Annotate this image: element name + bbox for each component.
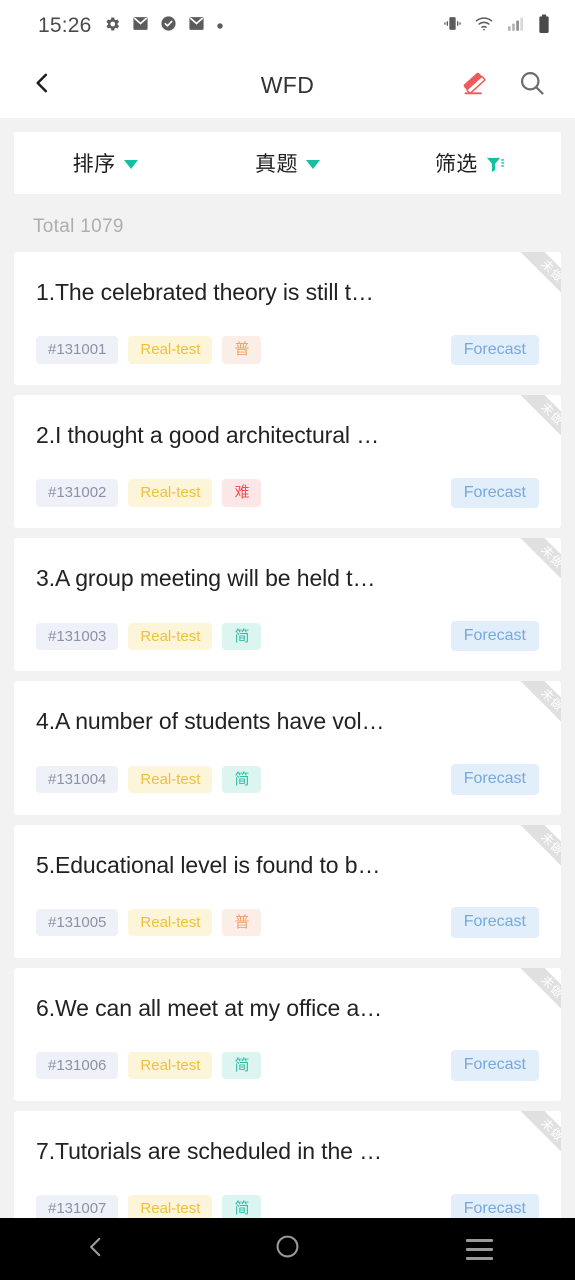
question-title: 4.A number of students have vol…: [36, 708, 385, 735]
question-source-tag: Real-test: [128, 908, 213, 937]
question-forecast-tag: Forecast: [450, 764, 539, 795]
nav-home-button[interactable]: [242, 1218, 332, 1280]
question-meta: #131006 Real-test 简 Forecast: [36, 1050, 539, 1081]
question-id-tag: #131006: [36, 1052, 119, 1080]
question-card[interactable]: 未做 5.Educational level is found to b… #131…: [14, 824, 561, 958]
check-circle-icon: [160, 15, 177, 37]
vibrate-icon: [443, 14, 462, 38]
filter-bar: 排序 真题 筛选: [14, 132, 561, 194]
eraser-button[interactable]: [457, 68, 491, 102]
filter-question-type-label: 真题: [254, 153, 298, 176]
eraser-icon: [459, 68, 489, 103]
status-bar-left: 15:26: [38, 14, 224, 38]
question-id-tag: #131001: [36, 336, 119, 364]
question-meta: #131001 Real-test 普 Forecast: [36, 334, 539, 366]
question-forecast-tag: Forecast: [450, 907, 539, 938]
filter-bar-wrapper: 排序 真题 筛选: [0, 118, 575, 194]
header-actions: [457, 68, 549, 102]
question-forecast-tag: Forecast: [450, 477, 539, 509]
chevron-left-icon: [29, 70, 55, 101]
question-card[interactable]: 未做 4.A number of students have vol… #13100…: [14, 681, 561, 815]
question-id-tag: #131004: [36, 765, 119, 793]
question-difficulty-tag: 简: [222, 765, 262, 793]
nav-back-button[interactable]: [51, 1218, 141, 1280]
question-id-tag: #131003: [36, 622, 119, 650]
caret-down-icon: [305, 160, 320, 169]
header-back-button[interactable]: [20, 63, 64, 107]
search-icon: [518, 69, 546, 102]
total-row: Total 1079: [0, 194, 575, 252]
question-meta: #131005 Real-test 普 Forecast: [36, 907, 539, 938]
question-forecast-tag: Forecast: [450, 1050, 539, 1081]
question-id-tag: #131007: [36, 1195, 119, 1218]
question-meta: #131003 Real-test 简 Forecast: [36, 621, 539, 652]
status-time: 15:26: [38, 14, 92, 37]
funnel-icon: [486, 156, 505, 173]
nav-recents-button[interactable]: [434, 1218, 524, 1280]
question-card[interactable]: 未做 1.The celebrated theory is still t… #13…: [14, 252, 561, 386]
question-meta: #131002 Real-test 难 Forecast: [36, 477, 539, 509]
status-bar: 15:26: [0, 0, 575, 52]
question-forecast-tag: Forecast: [450, 621, 539, 652]
circle-icon: [275, 1234, 300, 1264]
total-count: Total 1079: [33, 216, 124, 237]
filter-sort-label: 排序: [72, 153, 116, 176]
app-header: WFD: [0, 52, 575, 118]
question-difficulty-tag: 简: [222, 1052, 262, 1080]
question-list[interactable]: 未做 1.The celebrated theory is still t… #13…: [0, 252, 575, 1218]
android-nav-bar: [0, 1218, 575, 1280]
question-title: 2.I thought a good architectural …: [36, 422, 380, 449]
filter-sort[interactable]: 排序: [14, 132, 196, 194]
question-id-tag: #131002: [36, 479, 119, 507]
status-bar-right: [443, 14, 551, 39]
question-title: 3.A group meeting will be held t…: [36, 565, 376, 592]
question-difficulty-tag: 简: [222, 1195, 262, 1218]
search-button[interactable]: [515, 68, 549, 102]
question-source-tag: Real-test: [128, 336, 213, 364]
battery-icon: [537, 14, 551, 39]
mail-icon: [132, 15, 149, 37]
question-source-tag: Real-test: [128, 765, 213, 793]
mail-icon: [188, 15, 205, 37]
phone-screen: 15:26 WFD 排序 真题 筛选 Total 1079 未做 1.The c…: [0, 0, 575, 1280]
question-difficulty-tag: 普: [222, 336, 262, 364]
question-meta: #131004 Real-test 简 Forecast: [36, 764, 539, 795]
gear-icon: [103, 15, 121, 38]
question-forecast-tag: Forecast: [450, 334, 539, 366]
question-difficulty-tag: 难: [222, 479, 262, 507]
question-difficulty-tag: 普: [222, 908, 262, 937]
filter-filter-label: 筛选: [434, 153, 478, 176]
question-title: 1.The celebrated theory is still t…: [36, 279, 374, 305]
wifi-icon: [474, 14, 494, 38]
filter-question-type[interactable]: 真题: [196, 132, 378, 194]
filter-filter[interactable]: 筛选: [379, 132, 561, 194]
question-card[interactable]: 未做 7.Tutorials are scheduled in the … #131…: [14, 1110, 561, 1218]
question-card[interactable]: 未做 6.We can all meet at my office a… #1310…: [14, 967, 561, 1101]
chevron-left-icon: [83, 1234, 109, 1265]
question-source-tag: Real-test: [128, 622, 213, 650]
question-difficulty-tag: 简: [222, 622, 262, 650]
dot-icon: [216, 17, 224, 35]
menu-icon: [465, 1238, 493, 1260]
question-source-tag: Real-test: [128, 479, 213, 507]
question-title: 6.We can all meet at my office a…: [36, 994, 383, 1021]
question-meta: #131007 Real-test 简 Forecast: [36, 1193, 539, 1218]
question-source-tag: Real-test: [128, 1052, 213, 1080]
caret-down-icon: [123, 160, 138, 169]
question-title: 7.Tutorials are scheduled in the …: [36, 1137, 383, 1164]
signal-icon: [506, 15, 525, 38]
question-title: 5.Educational level is found to b…: [36, 851, 381, 878]
question-id-tag: #131005: [36, 908, 119, 937]
question-card[interactable]: 未做 2.I thought a good architectural … #131…: [14, 395, 561, 529]
question-card[interactable]: 未做 3.A group meeting will be held t… #1310…: [14, 538, 561, 672]
question-forecast-tag: Forecast: [450, 1193, 539, 1218]
question-source-tag: Real-test: [128, 1195, 213, 1218]
